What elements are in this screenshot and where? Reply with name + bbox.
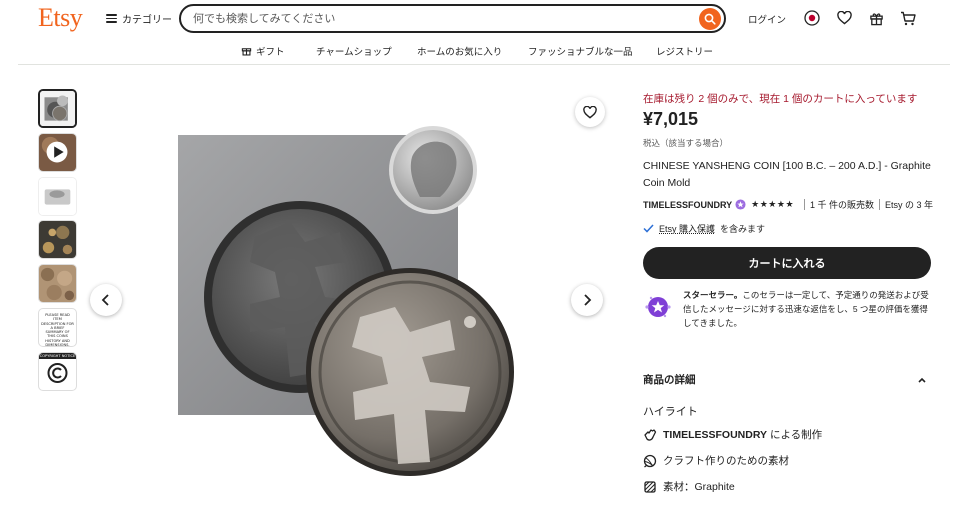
highlight-craft-supply: クラフト作りのための素材 — [643, 453, 789, 468]
maker-suffix: による制作 — [769, 429, 823, 441]
site-header: Etsy カテゴリー ログイン — [0, 0, 954, 38]
thumbnail-4[interactable] — [38, 220, 77, 259]
thumbnail-1[interactable] — [38, 89, 77, 128]
next-image-button[interactable] — [571, 284, 603, 316]
search-icon — [704, 13, 716, 25]
sales-count: 1 千 件の販売数 — [810, 200, 875, 210]
thumbnail-copyright[interactable]: COPYRIGHT NOTICE — [38, 352, 77, 391]
star-seller-badge-icon — [735, 199, 746, 210]
flag-icon — [804, 10, 820, 26]
gift-icon — [869, 12, 883, 25]
purchase-protection: Etsy 購入保護 を含みます — [643, 222, 765, 235]
maker-name-link[interactable]: TIMELESSFOUNDRY — [663, 429, 767, 441]
categories-label: カテゴリー — [122, 15, 172, 26]
gift-icon — [241, 48, 252, 56]
search-bar — [179, 4, 726, 33]
add-to-cart-button[interactable]: カートに入れる — [643, 247, 931, 279]
stock-notice: 在庫は残り 2 個のみで、現在 1 個のカートに入っています — [643, 93, 918, 105]
heart-icon — [583, 105, 597, 119]
cart-button[interactable] — [899, 9, 917, 27]
checkmark-icon — [643, 224, 654, 233]
star-seller-title: スターセラー。 — [683, 290, 743, 300]
yarn-icon — [643, 454, 657, 468]
item-details-heading[interactable]: 商品の詳細 — [643, 372, 696, 387]
nav-item-charm-shop[interactable]: チャームショップ — [316, 44, 392, 58]
craft-material-text: クラフト作りのための素材 — [663, 455, 789, 467]
price: ¥7,015 — [643, 109, 699, 129]
thumbnail-info[interactable]: PLEASE READ ITEM DESCRIPTION FOR A BRIEF… — [38, 308, 77, 347]
material-text: 素材：Graphite — [663, 481, 735, 493]
menu-icon — [106, 14, 117, 23]
etsy-logo[interactable]: Etsy — [38, 3, 83, 33]
highlight-material: 素材：Graphite — [643, 479, 735, 494]
favorites-button[interactable] — [835, 9, 853, 27]
purchase-protection-link[interactable]: Etsy 購入保護 — [659, 222, 715, 235]
nav-label: ギフト — [256, 47, 285, 58]
header-divider — [18, 64, 950, 65]
shop-info: TIMELESSFOUNDRY ★★★★★ 1 千 件の販売数 Etsy の 3… — [643, 198, 933, 211]
main-product-image — [90, 92, 605, 508]
material-icon — [644, 480, 656, 493]
shop-name-link[interactable]: TIMELESSFOUNDRY — [643, 200, 732, 210]
chevron-up-icon[interactable] — [916, 374, 928, 386]
hand-icon — [644, 428, 657, 441]
categories-button[interactable]: カテゴリー — [106, 11, 172, 26]
favorite-item-button[interactable] — [575, 97, 605, 127]
nav-item-fashion[interactable]: ファッショナブルな一品 — [528, 44, 633, 58]
nav-item-home-favorites[interactable]: ホームのお気に入り — [417, 44, 502, 58]
locale-button[interactable] — [803, 9, 821, 27]
nav-item-gift[interactable]: ギフト — [241, 44, 285, 58]
divider — [804, 199, 806, 210]
divider — [879, 199, 881, 210]
thumbnail-5[interactable] — [38, 264, 77, 303]
thumbnail-3[interactable] — [38, 177, 77, 216]
highlight-made-by: TIMELESSFOUNDRY による制作 — [643, 427, 822, 442]
category-nav: ギフト チャームショップ ホームのお気に入り ファッショナブルな一品 レジストリ… — [0, 38, 954, 62]
star-seller-icon — [645, 296, 671, 318]
cart-icon — [901, 11, 916, 25]
thumbnail-info-text: PLEASE READ ITEM DESCRIPTION FOR A BRIEF… — [41, 313, 74, 347]
star-seller-notice: スターセラー。このセラーは一定して、予定通りの発送および受信したメッセージに対す… — [643, 288, 933, 330]
search-input[interactable] — [193, 10, 673, 27]
thumbnail-video[interactable] — [38, 133, 77, 172]
gift-button[interactable] — [867, 9, 885, 27]
copyright-icon — [47, 363, 68, 383]
tax-note: 税込（該当する場合） — [643, 138, 729, 148]
nav-item-registry[interactable]: レジストリー — [656, 44, 713, 58]
product-title: CHINESE YANSHENG COIN [100 B.C. – 200 A.… — [643, 160, 931, 189]
chevron-right-icon — [584, 294, 592, 306]
search-button[interactable] — [699, 8, 721, 30]
highlights-heading: ハイライト — [643, 406, 698, 418]
purchase-protection-suffix: を含みます — [720, 224, 766, 234]
heart-icon — [836, 11, 852, 25]
shop-age: Etsy の 3 年 — [885, 200, 934, 210]
rating-stars[interactable]: ★★★★★ — [751, 199, 794, 210]
prev-image-button[interactable] — [90, 284, 122, 316]
chevron-left-icon — [101, 294, 109, 306]
login-link[interactable]: ログイン — [748, 12, 786, 26]
